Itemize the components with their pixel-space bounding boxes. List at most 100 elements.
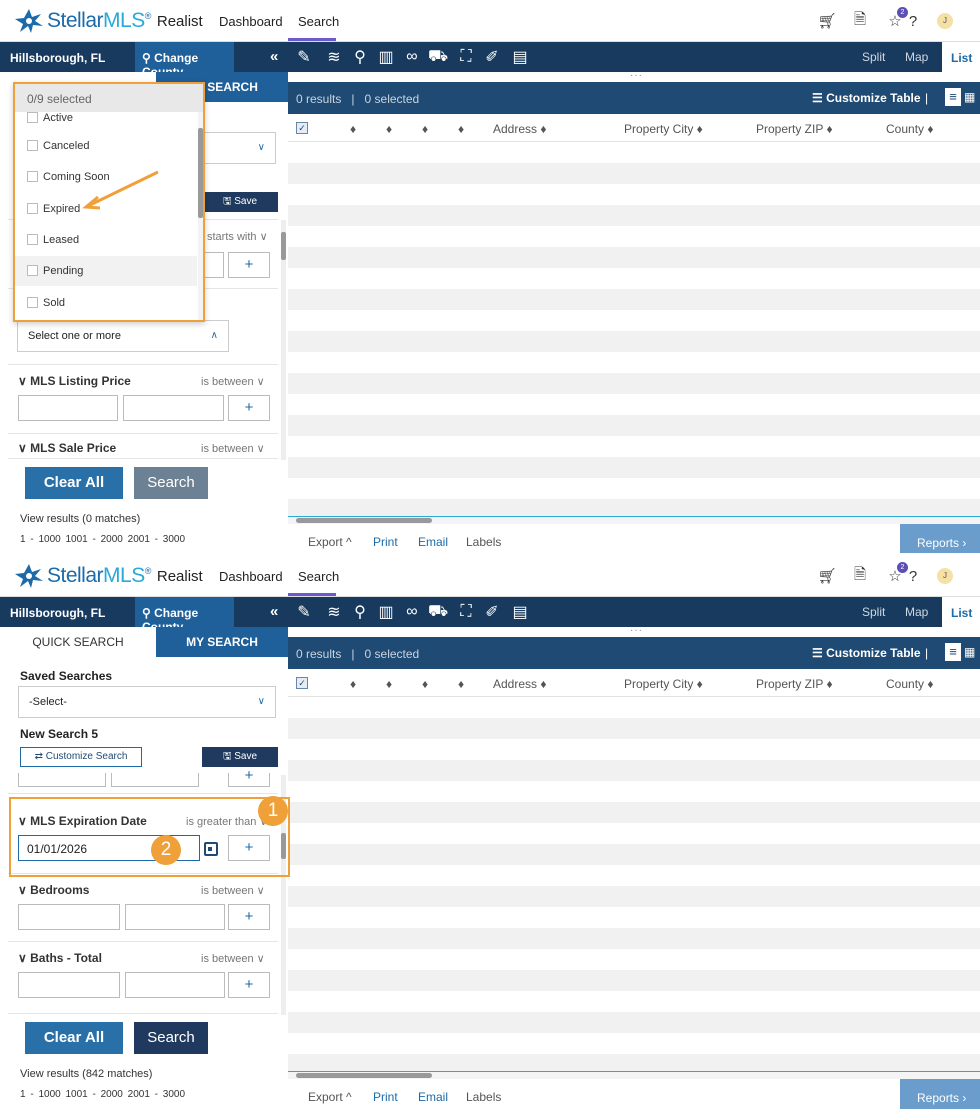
checkbox[interactable] xyxy=(27,171,38,182)
car-icon[interactable]: ⛟ xyxy=(428,47,448,67)
prev-add-button[interactable]: + xyxy=(228,768,270,787)
sort-col-1[interactable]: ♦ xyxy=(350,677,356,691)
clear-all-button[interactable]: Clear All xyxy=(25,467,123,499)
customize-table-button[interactable]: ☰ Customize Table xyxy=(812,646,921,660)
comment-icon[interactable]: ▤ xyxy=(510,47,530,67)
clear-all-button[interactable]: Clear All xyxy=(25,1022,123,1054)
customize-search-button[interactable]: ⇄ Customize Search xyxy=(20,747,142,767)
col-address[interactable]: Address ♦ xyxy=(493,677,546,691)
star-icon[interactable]: ☆ 2 xyxy=(886,562,908,585)
help-icon[interactable]: ? xyxy=(904,567,922,585)
car-icon[interactable]: ⛟ xyxy=(428,602,448,622)
save-button[interactable]: 🖫 Save xyxy=(202,192,278,212)
map-person-icon[interactable]: ⛶ xyxy=(456,602,476,622)
add-filter-button[interactable]: + xyxy=(228,252,270,278)
sort-col-4[interactable]: ♦ xyxy=(458,122,464,136)
bedrooms-min[interactable] xyxy=(18,904,120,930)
col-county[interactable]: County ♦ xyxy=(886,677,933,691)
stellar-mls-logo[interactable]: StellarMLS® Realist xyxy=(14,8,203,34)
avatar[interactable]: J xyxy=(937,13,953,29)
filter-operator[interactable]: starts with ∨ xyxy=(207,230,268,243)
search-button[interactable]: Search xyxy=(134,1022,208,1054)
prev-filter-input[interactable] xyxy=(18,773,106,787)
avatar[interactable]: J xyxy=(937,568,953,584)
ruler-icon[interactable]: ✐ xyxy=(482,602,502,622)
layers-icon[interactable]: ≋ xyxy=(324,47,344,67)
cart-icon[interactable]: 🛒︎ xyxy=(817,567,836,585)
checkbox[interactable] xyxy=(27,203,38,214)
sidebar-scrollbar[interactable] xyxy=(281,220,286,460)
sort-col-4[interactable]: ♦ xyxy=(458,677,464,691)
grid-view-icon[interactable]: ▦ xyxy=(964,90,975,104)
nav-search[interactable]: Search xyxy=(298,569,339,584)
add-listing-price-button[interactable]: + xyxy=(228,395,270,421)
chart-icon[interactable]: ▥ xyxy=(376,47,396,67)
baths-total-label[interactable]: ∨ Baths - Total xyxy=(18,951,102,965)
help-icon[interactable]: ? xyxy=(904,12,922,30)
bedrooms-label[interactable]: ∨ Bedrooms xyxy=(18,883,89,897)
tab-quick-search[interactable]: QUICK SEARCH xyxy=(0,627,156,657)
result-page-links[interactable]: 1 - 1000 1001 - 2000 2001 - 3000 xyxy=(20,534,185,545)
baths-max[interactable] xyxy=(125,972,225,998)
save-button[interactable]: 🖫 Save xyxy=(202,747,278,767)
view-split[interactable]: Split xyxy=(862,50,885,64)
sort-col-2[interactable]: ♦ xyxy=(386,122,392,136)
sort-col-3[interactable]: ♦ xyxy=(422,122,428,136)
view-list[interactable]: List xyxy=(942,42,980,72)
grid-view-icon[interactable]: ▦ xyxy=(964,645,975,659)
binoculars-icon[interactable]: ∞ xyxy=(402,602,422,622)
horizontal-scrollbar[interactable] xyxy=(288,516,980,524)
status-option-pending[interactable]: Pending xyxy=(15,256,197,286)
add-bedrooms-button[interactable]: + xyxy=(228,904,270,930)
layers-icon[interactable]: ≋ xyxy=(324,602,344,622)
collapse-icon[interactable]: « xyxy=(270,48,278,65)
sort-col-2[interactable]: ♦ xyxy=(386,677,392,691)
email-link[interactable]: Email xyxy=(418,1090,448,1104)
checkbox[interactable] xyxy=(27,140,38,151)
draw-icon[interactable]: ✎ xyxy=(294,47,314,67)
cart-icon[interactable]: 🛒︎ xyxy=(817,12,836,30)
bedrooms-operator[interactable]: is between ∨ xyxy=(201,884,265,897)
change-county-button[interactable]: ⚲ Change County xyxy=(135,597,234,634)
labels-link[interactable]: Labels xyxy=(466,535,501,549)
reports-button[interactable]: Reports › xyxy=(900,524,980,554)
result-page-links[interactable]: 1 - 1000 1001 - 2000 2001 - 3000 xyxy=(20,1089,185,1100)
saved-search-select[interactable]: -Select- ∨ xyxy=(18,686,276,718)
horizontal-scrollbar[interactable] xyxy=(288,1071,980,1079)
checkbox[interactable] xyxy=(27,234,38,245)
map-person-icon[interactable]: ⛶ xyxy=(456,47,476,67)
baths-total-operator[interactable]: is between ∨ xyxy=(201,952,265,965)
customize-table-button[interactable]: ☰ Customize Table xyxy=(812,91,921,105)
list-view-icon[interactable]: ≡ xyxy=(945,643,961,661)
chart-icon[interactable]: ▥ xyxy=(376,602,396,622)
bedrooms-max[interactable] xyxy=(125,904,225,930)
export-button[interactable]: Export ^ xyxy=(308,535,352,549)
resize-handle[interactable]: ··· xyxy=(630,70,643,81)
nav-dashboard[interactable]: Dashboard xyxy=(219,14,283,29)
col-property-city[interactable]: Property City ♦ xyxy=(624,677,703,691)
resize-handle[interactable]: ··· xyxy=(630,625,643,636)
view-map[interactable]: Map xyxy=(905,50,928,64)
status-option-leased[interactable]: Leased xyxy=(15,225,197,255)
status-option-active[interactable]: Active xyxy=(15,103,197,133)
listing-price-operator[interactable]: is between ∨ xyxy=(201,375,265,388)
collapse-icon[interactable]: « xyxy=(270,603,278,620)
comment-icon[interactable]: ▤ xyxy=(510,602,530,622)
saved-search-select-partial[interactable]: ∨ xyxy=(202,132,276,164)
document-icon[interactable]: 🗎 xyxy=(851,11,869,30)
status-option-canceled[interactable]: Canceled xyxy=(15,131,197,161)
listing-price-min[interactable] xyxy=(18,395,118,421)
baths-min[interactable] xyxy=(18,972,120,998)
checkbox[interactable] xyxy=(27,112,38,123)
status-option-sold[interactable]: Sold xyxy=(15,288,197,318)
stellar-mls-logo[interactable]: StellarMLS® Realist xyxy=(14,563,203,589)
dropdown-scrollbar[interactable] xyxy=(198,112,203,320)
pin-icon[interactable]: ⚲ xyxy=(350,47,370,67)
view-list[interactable]: List xyxy=(942,597,980,627)
col-property-zip[interactable]: Property ZIP ♦ xyxy=(756,677,833,691)
col-property-zip[interactable]: Property ZIP ♦ xyxy=(756,122,833,136)
sort-col-3[interactable]: ♦ xyxy=(422,677,428,691)
tab-my-search[interactable]: MY SEARCH xyxy=(156,627,288,657)
listing-price-max[interactable] xyxy=(123,395,224,421)
add-baths-button[interactable]: + xyxy=(228,972,270,998)
